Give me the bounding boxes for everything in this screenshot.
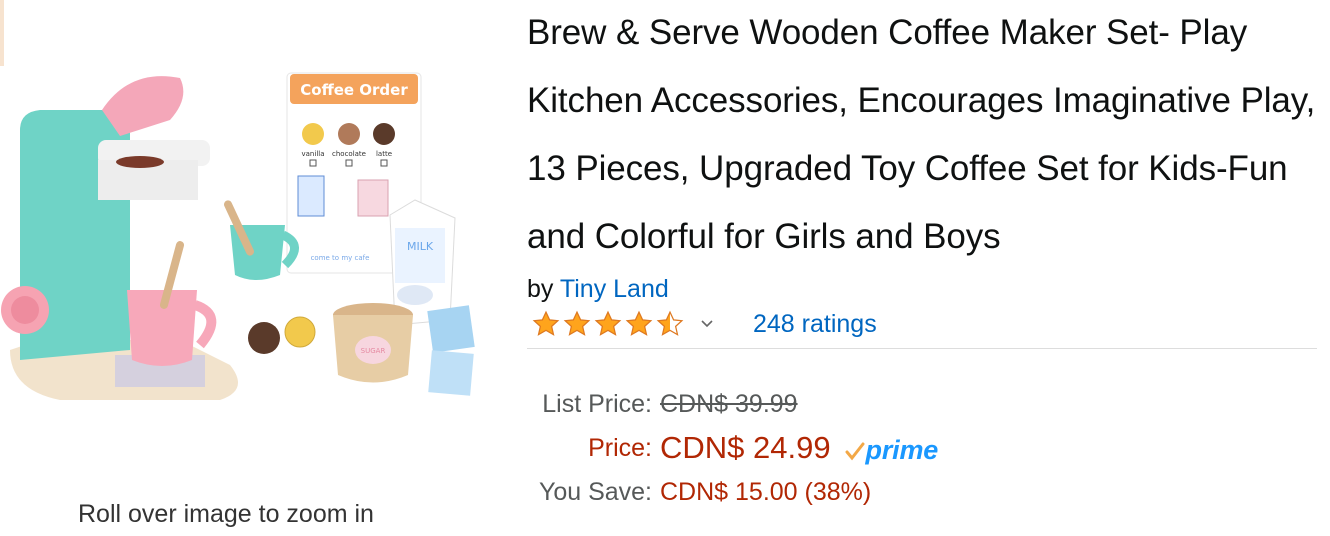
ratings-count-link[interactable]: 248 ratings — [753, 310, 877, 339]
star-icon — [625, 310, 653, 336]
card-footer: come to my cafe — [311, 254, 370, 262]
divider — [527, 348, 1317, 349]
prime-badge[interactable]: prime — [844, 435, 939, 466]
card-option-chocolate: chocolate — [332, 150, 366, 158]
byline: by Tiny Land — [527, 273, 1317, 305]
prime-text: prime — [865, 435, 939, 466]
price-label: Price: — [588, 433, 652, 462]
savings-label: You Save: — [538, 477, 652, 506]
product-image[interactable]: Coffee Order vanilla chocolate latte com… — [0, 50, 500, 450]
chevron-down-icon[interactable] — [699, 316, 715, 332]
image-panel: Coffee Order vanilla chocolate latte com… — [0, 0, 500, 536]
savings-value: CDN$ 15.00 (38%) — [660, 477, 872, 506]
sugar-jar: SUGAR — [333, 303, 413, 383]
card-option-vanilla: vanilla — [302, 150, 325, 158]
card-title: Coffee Order — [300, 81, 408, 99]
brand-link[interactable]: Tiny Land — [560, 275, 669, 303]
savings-row: You Save: CDN$ 15.00 (38%) — [527, 470, 1317, 514]
coffee-pods — [248, 316, 316, 354]
star-icon — [563, 310, 591, 336]
zoom-hint: Roll over image to zoom in — [78, 500, 374, 528]
prime-check-icon — [845, 442, 865, 461]
star-rating[interactable] — [531, 309, 685, 339]
price-value-wrap: CDN$ 24.99 prime — [660, 430, 938, 467]
star-icon — [532, 310, 560, 336]
rating-row: 248 ratings — [527, 305, 1317, 343]
coffee-machine — [1, 76, 238, 400]
list-price-label: List Price: — [542, 389, 652, 418]
sale-price: CDN$ 24.99 — [660, 429, 831, 465]
milk-label: MILK — [407, 240, 434, 253]
product-title: Brew & Serve Wooden Coffee Maker Set- Pl… — [527, 13, 1316, 256]
list-price-row: List Price: CDN$ 39.99 — [527, 382, 1317, 426]
sugar-label: SUGAR — [361, 347, 386, 355]
star-icon-half — [656, 310, 684, 336]
list-price-value: CDN$ 39.99 — [660, 389, 798, 418]
sugar-cubes — [427, 305, 475, 396]
product-info: Brew & Serve Wooden Coffee Maker Set- Pl… — [527, 0, 1317, 514]
price-row: Price: CDN$ 24.99 prime — [527, 426, 1317, 470]
price-table: List Price: CDN$ 39.99 Price: CDN$ 24.99… — [527, 382, 1317, 514]
star-icon — [594, 310, 622, 336]
card-option-latte: latte — [376, 150, 392, 158]
by-prefix: by — [527, 275, 554, 303]
